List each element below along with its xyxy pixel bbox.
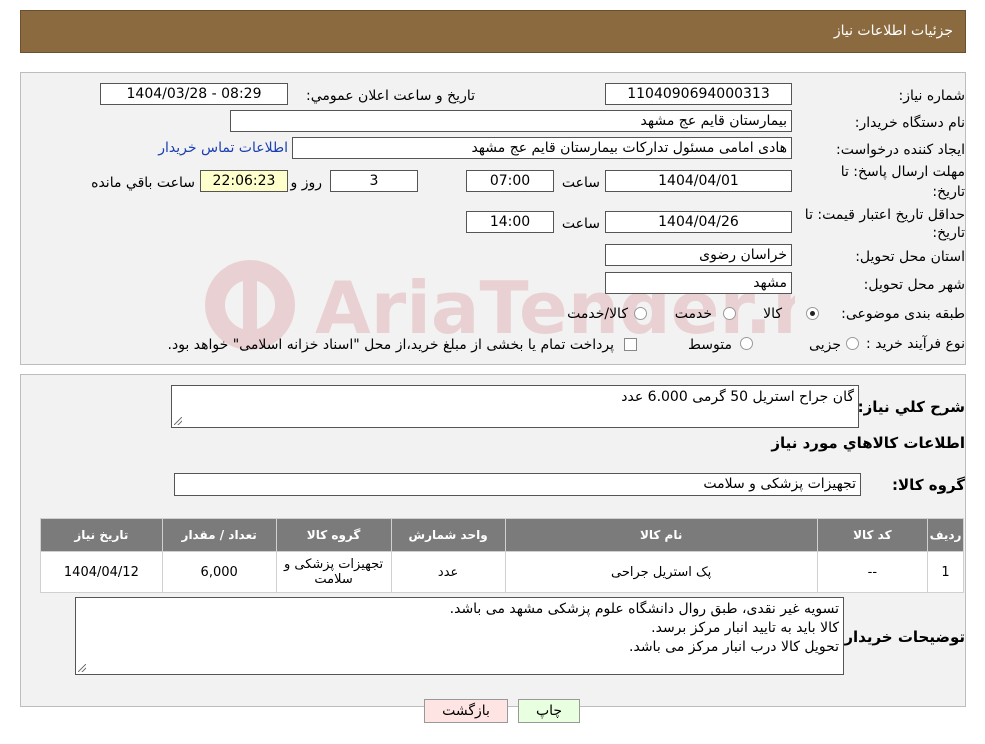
need-number-label: شماره نياز: [898, 88, 966, 104]
category-radio-goods-service[interactable] [634, 307, 647, 320]
remaining-label: ساعت باقي مانده [91, 175, 195, 191]
remaining-time-field: 22:06:23 [200, 170, 288, 192]
deadline-date-field: 1404/04/01 [605, 170, 792, 192]
city-field: مشهد [605, 272, 792, 294]
creator-field: هادی امامی مسئول تدارکات بیمارستان قایم … [292, 137, 792, 159]
table-cell: -- [816, 551, 929, 593]
deadline-time-label: ساعت [561, 175, 600, 191]
buyer-notes-line: تحویل کالا درب انبار مرکز می باشد. [629, 639, 839, 655]
deadline-time-field: 07:00 [466, 170, 554, 192]
deadline-label: مهلت ارسال پاسخ: تا [840, 164, 965, 180]
days-label: روز و [290, 175, 323, 191]
table-cell: 1404/04/12 [40, 551, 163, 593]
description-text: گان جراح استریل 50 گرمی 6.000 عدد [621, 389, 854, 405]
purchase-option-medium: متوسط [688, 337, 732, 353]
purchase-radio-medium[interactable] [740, 337, 753, 350]
buyer-notes-textarea[interactable]: تسویه غیر نقدی، طبق روال دانشگاه علوم پز… [75, 597, 844, 675]
buyer-notes-line: کالا باید به تایید انبار مرکز برسد. [651, 620, 839, 636]
need-number-field: 1104090694000313 [605, 83, 792, 105]
announce-label: تاريخ و ساعت اعلان عمومي: [306, 88, 475, 104]
category-option-service: خدمت [674, 306, 712, 322]
deadline-label-date: تاريخ: [932, 184, 965, 200]
table-row: 1 -- پک استریل جراحی عدد تجهیزات پزشکی و… [40, 551, 964, 593]
payment-note: پرداخت تمام يا بخشی از مبلغ خريد،از محل … [167, 337, 614, 353]
goods-group-label: گروه کالا: [892, 476, 965, 494]
table-cell: پک استریل جراحی [504, 551, 818, 593]
page-title: جزئيات اطلاعات نياز [833, 23, 953, 39]
goods-group-field: تجهیزات پزشکی و سلامت [174, 473, 861, 496]
buyer-contact-link[interactable]: اطلاعات تماس خريدار [158, 140, 288, 156]
validity-label: حداقل تاريخ اعتبار قيمت: تا [804, 207, 965, 223]
column-header: گروه کالا [275, 518, 392, 552]
items-table: رديف کد کالا نام کالا واحد شمارش گروه کا… [40, 518, 964, 593]
table-cell: 1 [927, 551, 964, 593]
resize-grip-icon[interactable] [174, 417, 182, 425]
column-header: واحد شمارش [390, 518, 506, 552]
validity-date-field: 1404/04/26 [605, 211, 792, 233]
description-label: شرح کلي نياز: [857, 398, 965, 416]
description-textarea[interactable]: گان جراح استریل 50 گرمی 6.000 عدد [171, 385, 859, 428]
purchase-radio-minor[interactable] [846, 337, 859, 350]
table-cell: 6,000 [161, 551, 277, 593]
buyer-org-label: نام دستگاه خريدار: [854, 115, 965, 131]
column-header: نام کالا [504, 518, 818, 552]
province-label: استان محل تحويل: [855, 249, 965, 265]
announce-field: 1404/03/28 - 08:29 [100, 83, 288, 105]
table-cell: تجهیزات پزشکی و سلامت [275, 551, 392, 593]
validity-time-field: 14:00 [466, 211, 554, 233]
column-header: تعداد / مقدار [161, 518, 277, 552]
validity-time-label: ساعت [561, 216, 600, 232]
category-label: طبقه بندی موضوعی: [841, 306, 965, 322]
column-header: کد کالا [816, 518, 929, 552]
category-option-goods-service: کالا/خدمت [567, 306, 628, 322]
buyer-org-field: بیمارستان قایم عج مشهد [230, 110, 792, 132]
resize-grip-icon[interactable] [78, 664, 86, 672]
city-label: شهر محل تحويل: [863, 277, 965, 293]
validity-label-date: تاريخ: [932, 225, 965, 241]
page-header: جزئيات اطلاعات نياز [20, 10, 966, 53]
treasury-checkbox[interactable] [624, 338, 637, 351]
buyer-notes-label: توضيحات خريدار: [838, 628, 965, 646]
category-radio-goods[interactable] [806, 307, 819, 320]
province-field: خراسان رضوی [605, 244, 792, 266]
table-header-row: رديف کد کالا نام کالا واحد شمارش گروه کا… [40, 518, 964, 552]
goods-section-title: اطلاعات کالاهاي مورد نياز [771, 434, 965, 452]
back-button[interactable]: بازگشت [424, 699, 508, 723]
purchase-type-label: نوع فرآيند خريد : [866, 336, 965, 352]
print-button[interactable]: چاپ [518, 699, 580, 723]
purchase-option-minor: جزیی [809, 337, 841, 353]
category-radio-service[interactable] [723, 307, 736, 320]
category-option-goods: کالا [763, 306, 782, 322]
column-header: تاريخ نياز [40, 518, 163, 552]
table-cell: عدد [390, 551, 506, 593]
column-header: رديف [927, 518, 964, 552]
buyer-notes-line: تسویه غیر نقدی، طبق روال دانشگاه علوم پز… [449, 601, 839, 617]
creator-label: ايجاد کننده درخواست: [836, 142, 965, 158]
days-field: 3 [330, 170, 418, 192]
